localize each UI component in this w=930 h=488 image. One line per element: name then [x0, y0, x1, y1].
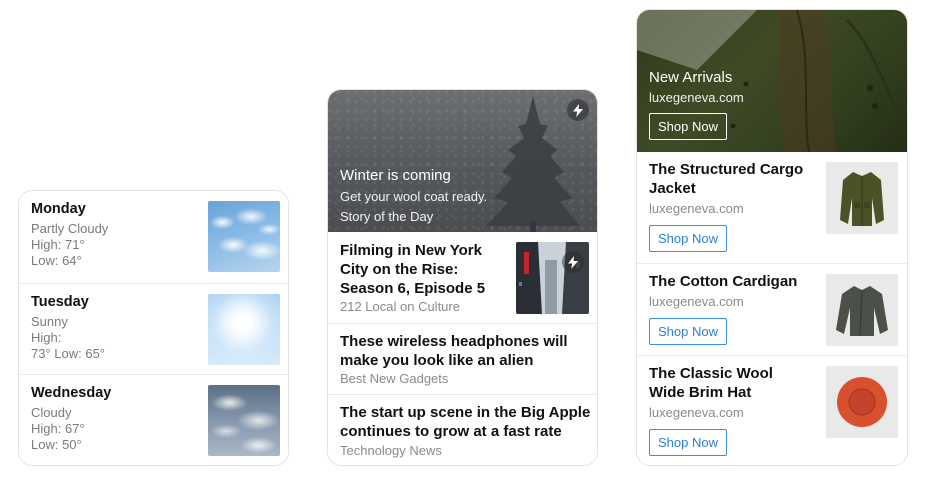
gray-cotton-cardigan: [826, 274, 898, 346]
shop-card: New Arrivals luxegeneva.com Shop Now The…: [636, 9, 908, 466]
news-story[interactable]: Filming in New York City on the Rise: Se…: [328, 232, 597, 323]
title-line: The Structured Cargo: [649, 161, 804, 178]
news-story-title: These wireless headphones will make you …: [340, 332, 568, 370]
weather-card: Monday Partly Cloudy High: 71° Low: 64° …: [18, 190, 289, 466]
weather-text: Monday Partly Cloudy High: 71° Low: 64°: [31, 200, 201, 269]
title-line: Wide Brim Hat: [649, 384, 752, 401]
weather-low: Low: 64°: [31, 253, 82, 268]
partly-cloudy-sky-photo: [208, 201, 280, 272]
title-line: make you look like an alien: [340, 352, 534, 369]
weather-day: Wednesday: [31, 385, 112, 401]
shop-hero-title: New Arrivals: [649, 69, 733, 86]
news-story-source: Technology News: [340, 443, 442, 458]
shop-hero-text: New Arrivals luxegeneva.com: [649, 68, 744, 108]
title-line: The Cotton Cardigan: [649, 273, 798, 290]
product-title: The Classic Wool Wide Brim Hat: [649, 364, 817, 402]
news-hero-title: Winter is coming: [340, 167, 451, 184]
shop-hero-domain: luxegeneva.com: [649, 90, 744, 105]
title-line: These wireless headphones will: [340, 333, 568, 350]
news-hero-subtitle: Get your wool coat ready.: [340, 189, 488, 204]
city-street-photo: [516, 242, 589, 314]
product-title: The Cotton Cardigan: [649, 272, 817, 291]
weather-row-wednesday[interactable]: Wednesday Cloudy High: 67° Low: 50°: [19, 374, 288, 465]
weather-text: Wednesday Cloudy High: 67° Low: 50°: [31, 384, 201, 453]
news-hero-text: Winter is coming Get your wool coat read…: [340, 166, 487, 227]
olive-cargo-jacket: [826, 162, 898, 234]
title-line: The start up scene in the Big Apple: [340, 404, 591, 421]
title-line: Season 6, Episode 5: [340, 280, 486, 297]
news-story[interactable]: The start up scene in the Big Apple cont…: [328, 394, 597, 465]
weather-low: Low: 50°: [31, 437, 82, 452]
weather-text: Tuesday Sunny High: 73° Low: 65°: [31, 293, 201, 362]
shop-now-button[interactable]: Shop Now: [649, 429, 727, 456]
lightning-bolt-icon: [567, 99, 589, 121]
product-domain: luxegeneva.com: [649, 201, 744, 216]
shop-now-button[interactable]: Shop Now: [649, 225, 727, 252]
shop-now-button[interactable]: Shop Now: [649, 318, 727, 345]
title-line: Jacket: [649, 180, 696, 197]
shop-hero[interactable]: New Arrivals luxegeneva.com Shop Now: [637, 10, 907, 152]
weather-high: High: 71°: [31, 237, 85, 252]
news-hero[interactable]: Winter is coming Get your wool coat read…: [328, 90, 597, 232]
title-line: continues to grow at a fast rate: [340, 423, 562, 440]
product-row[interactable]: The Structured Cargo Jacket luxegeneva.c…: [637, 152, 907, 263]
news-card: Winter is coming Get your wool coat read…: [327, 89, 598, 466]
news-story-source: Best New Gadgets: [340, 371, 449, 386]
weather-day: Tuesday: [31, 294, 89, 310]
weather-condition: Sunny: [31, 314, 68, 329]
product-domain: luxegeneva.com: [649, 294, 744, 309]
product-domain: luxegeneva.com: [649, 405, 744, 420]
news-hero-tag: Story of the Day: [340, 209, 434, 224]
shop-now-button[interactable]: Shop Now: [649, 113, 727, 140]
weather-day: Monday: [31, 201, 86, 217]
title-line: The Classic Wool: [649, 365, 773, 382]
weather-high: High: 67°: [31, 421, 85, 436]
sunny-sky-photo: [208, 294, 280, 365]
cloudy-sky-photo: [208, 385, 280, 456]
news-story-title: Filming in New York City on the Rise: Se…: [340, 241, 485, 298]
weather-row-monday[interactable]: Monday Partly Cloudy High: 71° Low: 64°: [19, 191, 288, 283]
orange-wide-brim-hat: [826, 366, 898, 438]
product-row[interactable]: The Cotton Cardigan luxegeneva.com Shop …: [637, 263, 907, 355]
weather-row-tuesday[interactable]: Tuesday Sunny High: 73° Low: 65°: [19, 283, 288, 375]
title-line: City on the Rise:: [340, 261, 459, 278]
title-line: Filming in New York: [340, 242, 482, 259]
news-story-title: The start up scene in the Big Apple cont…: [340, 403, 590, 441]
weather-condition: Cloudy: [31, 405, 72, 420]
news-story-source: 212 Local on Culture: [340, 299, 460, 314]
weather-low: 73° Low: 65°: [31, 346, 106, 361]
news-story[interactable]: These wireless headphones will make you …: [328, 323, 597, 394]
weather-condition: Partly Cloudy: [31, 221, 109, 236]
product-title: The Structured Cargo Jacket: [649, 160, 817, 198]
lightning-bolt-icon: [562, 251, 584, 273]
weather-high: High:: [31, 330, 62, 345]
product-row[interactable]: The Classic Wool Wide Brim Hat luxegenev…: [637, 355, 907, 465]
